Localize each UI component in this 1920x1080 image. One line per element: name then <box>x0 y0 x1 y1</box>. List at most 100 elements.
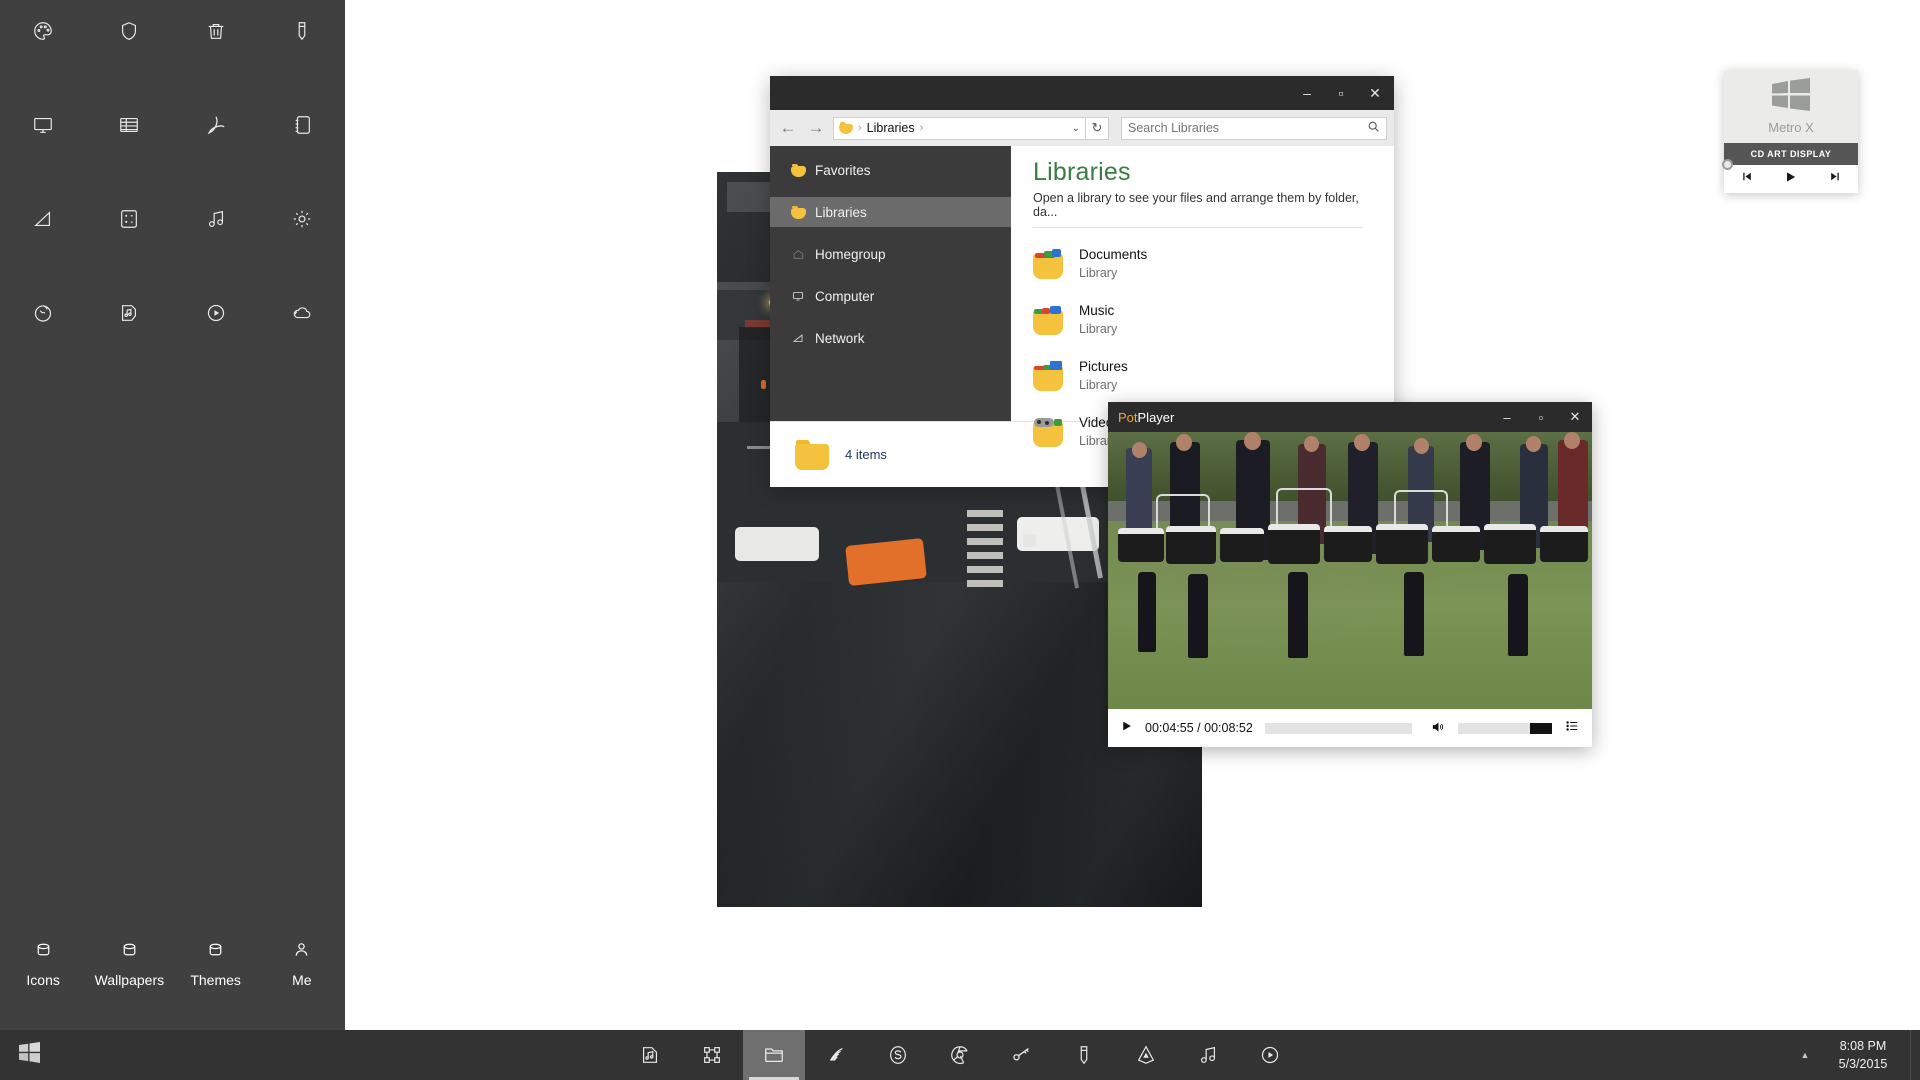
music-note-icon[interactable] <box>173 198 259 240</box>
network-icon <box>791 332 806 344</box>
list-item[interactable]: Pictures Library <box>1033 348 1394 404</box>
forward-button[interactable]: → <box>805 116 827 140</box>
current-time: 00:04:55 <box>1145 721 1194 735</box>
sidebar-item-libraries[interactable]: Libraries <box>770 197 1011 227</box>
nav-me[interactable]: Me <box>259 939 345 988</box>
play-button[interactable] <box>1783 170 1798 189</box>
previous-button[interactable] <box>1739 170 1754 188</box>
taskbar: ▲ 8:08 PM 5/3/2015 <box>0 1030 1920 1080</box>
trash-icon[interactable] <box>173 10 259 52</box>
acrobat-icon[interactable] <box>173 104 259 146</box>
documents-library-icon <box>1033 249 1067 279</box>
nav-themes[interactable]: Themes <box>173 939 259 988</box>
album-label: Metro X <box>1768 120 1814 135</box>
maximize-button[interactable]: ▫ <box>1324 76 1358 110</box>
nav-wallpapers[interactable]: Wallpapers <box>86 939 172 988</box>
video-surface[interactable] <box>1108 432 1592 709</box>
folder-icon <box>839 122 853 134</box>
taskbar-explorer[interactable] <box>743 1030 805 1080</box>
pen-icon[interactable] <box>259 10 345 52</box>
maximize-button[interactable]: ▫ <box>1524 402 1558 432</box>
breadcrumb-item-libraries[interactable]: Libraries <box>867 121 915 135</box>
sidebar-item-homegroup[interactable]: Homegroup <box>770 239 1011 269</box>
search-box[interactable] <box>1121 116 1387 140</box>
refresh-button[interactable]: ↻ <box>1086 116 1109 140</box>
taskbar-acrobat[interactable] <box>1115 1030 1177 1080</box>
close-button[interactable]: ✕ <box>1558 402 1592 432</box>
item-type: Library <box>1079 265 1118 280</box>
potplayer-titlebar[interactable]: PotPlayer – ▫ ✕ <box>1108 402 1592 432</box>
breadcrumb-separator: › <box>858 122 862 134</box>
folder-icon <box>791 163 806 177</box>
taskbar-skype[interactable] <box>867 1030 929 1080</box>
taskbar-chrome[interactable] <box>929 1030 991 1080</box>
breadcrumb[interactable]: › Libraries › ⌄ <box>833 116 1086 140</box>
folder-icon <box>791 205 806 219</box>
title-part-2: Player <box>1137 409 1175 425</box>
tray-expand-button[interactable]: ▲ <box>1788 1030 1822 1080</box>
close-button[interactable]: ✕ <box>1358 76 1392 110</box>
taskbar-music[interactable] <box>1177 1030 1239 1080</box>
taskbar-pen[interactable] <box>1053 1030 1115 1080</box>
seek-bar[interactable] <box>1264 722 1413 734</box>
minimize-button[interactable]: – <box>1290 76 1324 110</box>
cad-strip-label: CD ART DISPLAY <box>1750 149 1832 159</box>
taskbar-signal[interactable] <box>805 1030 867 1080</box>
taskbar-blocks[interactable] <box>681 1030 743 1080</box>
play-button[interactable] <box>1120 719 1133 737</box>
seek-knob[interactable] <box>1722 159 1733 170</box>
time-display: 00:04:55 / 00:08:52 <box>1145 721 1253 735</box>
album-art[interactable]: Metro X <box>1724 70 1858 143</box>
clock-time: 8:08 PM <box>1839 1038 1887 1053</box>
spreadsheet-icon[interactable] <box>86 104 172 146</box>
cloud-icon[interactable] <box>259 292 345 334</box>
time-separator: / <box>1197 721 1201 735</box>
sidebar-item-label: Homegroup <box>815 246 886 262</box>
total-time: 00:08:52 <box>1204 721 1253 735</box>
back-button[interactable]: ← <box>777 116 799 140</box>
volume-slider[interactable] <box>1458 722 1552 734</box>
firefox-icon[interactable] <box>0 292 86 334</box>
nav-icons[interactable]: Icons <box>0 939 86 988</box>
palette-icon[interactable] <box>0 10 86 52</box>
taskbar-key[interactable] <box>991 1030 1053 1080</box>
monitor-icon <box>791 290 806 302</box>
nav-wallpapers-label: Wallpapers <box>94 972 165 988</box>
notebook-icon[interactable] <box>259 104 345 146</box>
sidebar-item-favorites[interactable]: Favorites <box>770 155 1011 185</box>
volume-icon[interactable] <box>1430 720 1446 737</box>
page-subtitle: Open a library to see your files and arr… <box>1033 191 1363 228</box>
taskbar-items <box>619 1030 1301 1080</box>
triangle-ruler-icon[interactable] <box>0 198 86 240</box>
taskbar-media-player[interactable] <box>1239 1030 1301 1080</box>
list-item[interactable]: Music Library <box>1033 292 1394 348</box>
chevron-down-icon[interactable]: ⌄ <box>1072 123 1080 134</box>
start-button[interactable] <box>0 1030 58 1080</box>
clock[interactable]: 8:08 PM 5/3/2015 <box>1822 1030 1910 1080</box>
sidebar-item-label: Libraries <box>815 204 867 220</box>
search-input[interactable] <box>1128 121 1367 135</box>
play-circle-icon[interactable] <box>173 292 259 334</box>
list-item[interactable]: Documents Library <box>1033 236 1394 292</box>
item-type: Library <box>1079 321 1118 336</box>
next-button[interactable] <box>1828 170 1843 188</box>
monitor-icon[interactable] <box>0 104 86 146</box>
minimize-button[interactable]: – <box>1490 402 1524 432</box>
sidebar-item-network[interactable]: Network <box>770 323 1011 353</box>
show-desktop-button[interactable] <box>1910 1030 1920 1080</box>
music-file-icon[interactable] <box>86 292 172 334</box>
taskbar-music-file[interactable] <box>619 1030 681 1080</box>
gear-icon[interactable] <box>259 198 345 240</box>
system-tray: ▲ 8:08 PM 5/3/2015 <box>1788 1030 1920 1080</box>
search-icon[interactable] <box>1367 120 1380 136</box>
explorer-titlebar[interactable]: – ▫ ✕ <box>770 76 1394 110</box>
item-type: Library <box>1079 377 1118 392</box>
calculator-icon[interactable] <box>86 198 172 240</box>
playlist-icon[interactable] <box>1564 719 1580 738</box>
title-part-1: Pot <box>1118 409 1138 425</box>
clock-date: 5/3/2015 <box>1838 1057 1888 1071</box>
cad-strip: CD ART DISPLAY <box>1722 143 1858 170</box>
cad-controls <box>1724 165 1858 193</box>
sidebar-item-computer[interactable]: Computer <box>770 281 1011 311</box>
shield-icon[interactable] <box>86 10 172 52</box>
